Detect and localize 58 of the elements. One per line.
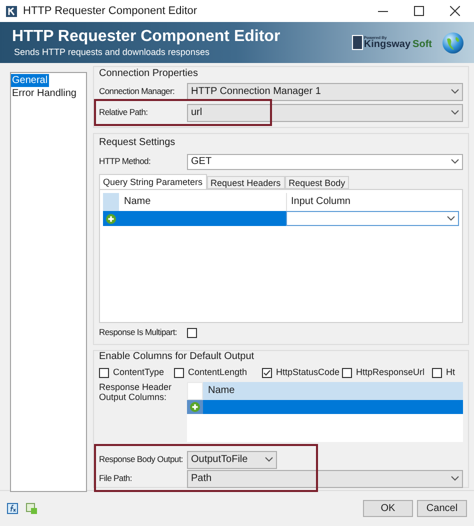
minimize-icon[interactable] [378,10,388,12]
field-label: Response Is Multipart: [99,326,178,339]
group-title: Enable Columns for Default Output [99,350,254,364]
close-icon[interactable] [450,6,460,16]
table-add-icon[interactable] [26,503,37,514]
checkbox-label: ContentLength [188,366,248,379]
checkbox[interactable] [262,368,272,378]
banner-subtitle: Sends HTTP requests and downloads responses [14,46,210,58]
group-title: Request Settings [99,136,176,150]
chevron-down-icon [447,216,455,221]
checkbox[interactable] [342,368,352,378]
dropdown[interactable]: OutputToFile [187,450,277,468]
tab[interactable]: Query String Parameters [99,174,207,189]
chevron-down-icon [451,89,459,94]
dialog-button[interactable]: Cancel [417,500,467,517]
checkbox-label: HttpStatusCode [276,366,340,379]
dialog-button[interactable]: OK [363,500,413,517]
chevron-down-icon [451,110,459,115]
column-header: Name [123,195,152,209]
dropdown[interactable] [286,211,459,226]
globe-icon [442,32,464,54]
field-label: File Path: [99,472,133,485]
add-icon [106,214,116,224]
logo-brand: Kingsway [364,40,411,50]
checkbox-label: ContentType [113,366,164,379]
group-title: Connection Properties [99,67,198,81]
expression-icon[interactable] [7,503,18,514]
nav-item[interactable]: Error Handling [11,87,78,100]
field-label: HTTP Method: [99,155,152,168]
field-label: Relative Path: [99,106,149,119]
dropdown[interactable]: HTTP Connection Manager 1 [187,82,463,100]
dropdown[interactable]: url [187,104,463,122]
app-icon [6,6,17,16]
checkbox[interactable] [174,368,184,378]
tab[interactable]: Request Headers [206,176,285,189]
maximize-icon[interactable] [414,6,424,16]
column-header: Name [207,384,236,398]
add-icon [190,402,200,412]
nav-item[interactable]: General [11,74,49,87]
chevron-down-icon [265,457,273,462]
checkbox[interactable] [99,368,109,378]
window-title: HTTP Requester Component Editor [23,4,198,19]
field-label: Connection Manager: [99,85,176,98]
checkbox-label: HttpResponseUrl [356,366,425,379]
tab[interactable]: Request Body [284,176,350,189]
checkbox[interactable] [187,328,197,338]
dropdown[interactable]: GET [187,154,463,170]
checkbox-label: Ht [446,366,455,379]
checkbox[interactable] [432,368,442,378]
dropdown[interactable]: Path [187,470,463,488]
chevron-down-icon [451,159,459,164]
chevron-down-icon [451,476,459,481]
banner-title: HTTP Requester Component Editor [12,27,280,46]
field-label: Response Body Output: [99,453,184,466]
logo-suffix: Soft [412,40,432,50]
grid-corner-cell [187,382,203,400]
grid-corner-cell [103,193,119,211]
field-label: Response Header Output Columns: [99,382,173,404]
